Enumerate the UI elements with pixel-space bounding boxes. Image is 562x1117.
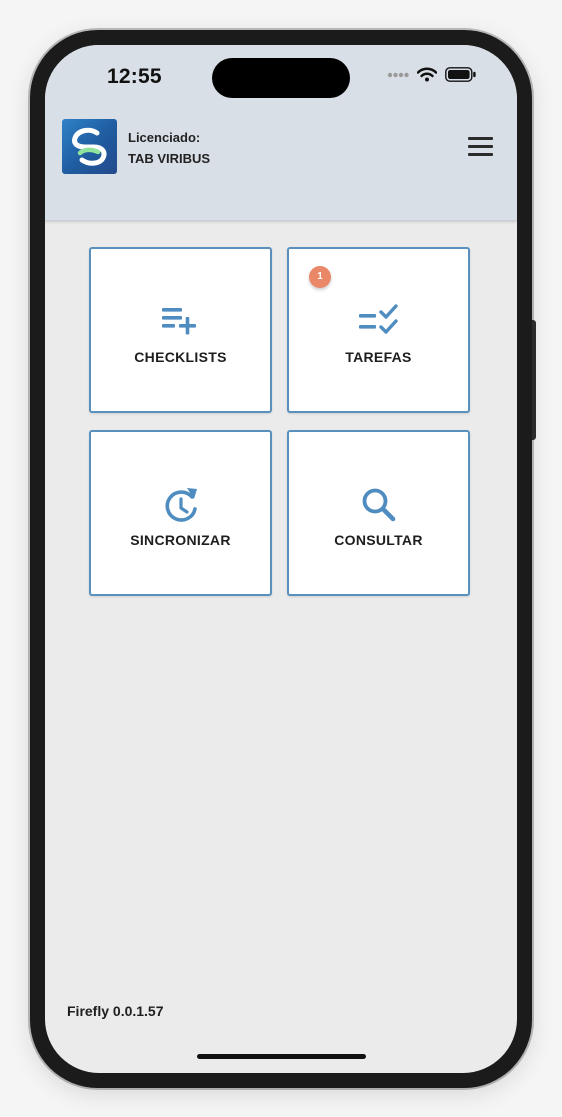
tile-consultar[interactable]: CONSULTAR: [287, 430, 470, 596]
tile-sincronizar[interactable]: SINCRONIZAR: [89, 430, 272, 596]
tile-label: SINCRONIZAR: [130, 532, 231, 548]
tile-tarefas[interactable]: 1 TAREFAS: [287, 247, 470, 413]
dynamic-island: [212, 58, 350, 98]
notification-badge: 1: [309, 266, 331, 288]
phone-frame: Licenciado: TAB VIRIBUS 12:55 CHECKLISTS…: [30, 30, 536, 1088]
app-logo: [62, 119, 117, 174]
status-time: 12:55: [107, 65, 162, 88]
licensee-name: TAB VIRIBUS: [128, 151, 211, 166]
tile-label: CONSULTAR: [334, 532, 423, 548]
checklist-icon: [358, 304, 398, 334]
app-screen: Licenciado: TAB VIRIBUS 12:55 CHECKLISTS…: [45, 45, 517, 1073]
side-button: [532, 320, 536, 440]
tile-label: TAREFAS: [345, 349, 412, 365]
search-icon: [362, 488, 395, 522]
battery-icon: [445, 67, 476, 82]
tile-checklists[interactable]: CHECKLISTS: [89, 247, 272, 413]
status-bar: 12:55: [45, 45, 517, 117]
home-indicator[interactable]: [197, 1054, 366, 1059]
playlist-add-icon: [161, 308, 196, 335]
logo-mark-icon: [72, 127, 107, 166]
menu-button[interactable]: [468, 137, 498, 163]
wifi-icon: [417, 67, 437, 82]
cellular-signal-icon: [387, 72, 409, 77]
tile-label: CHECKLISTS: [134, 349, 227, 365]
app-version: Firefly 0.0.1.57: [67, 1003, 164, 1019]
licensee-label: Licenciado:: [128, 130, 201, 145]
sync-history-icon: [165, 488, 197, 522]
status-icons: [387, 67, 477, 82]
licensee-info: Licenciado: TAB VIRIBUS: [128, 128, 210, 169]
hamburger-menu-icon: [468, 137, 498, 156]
